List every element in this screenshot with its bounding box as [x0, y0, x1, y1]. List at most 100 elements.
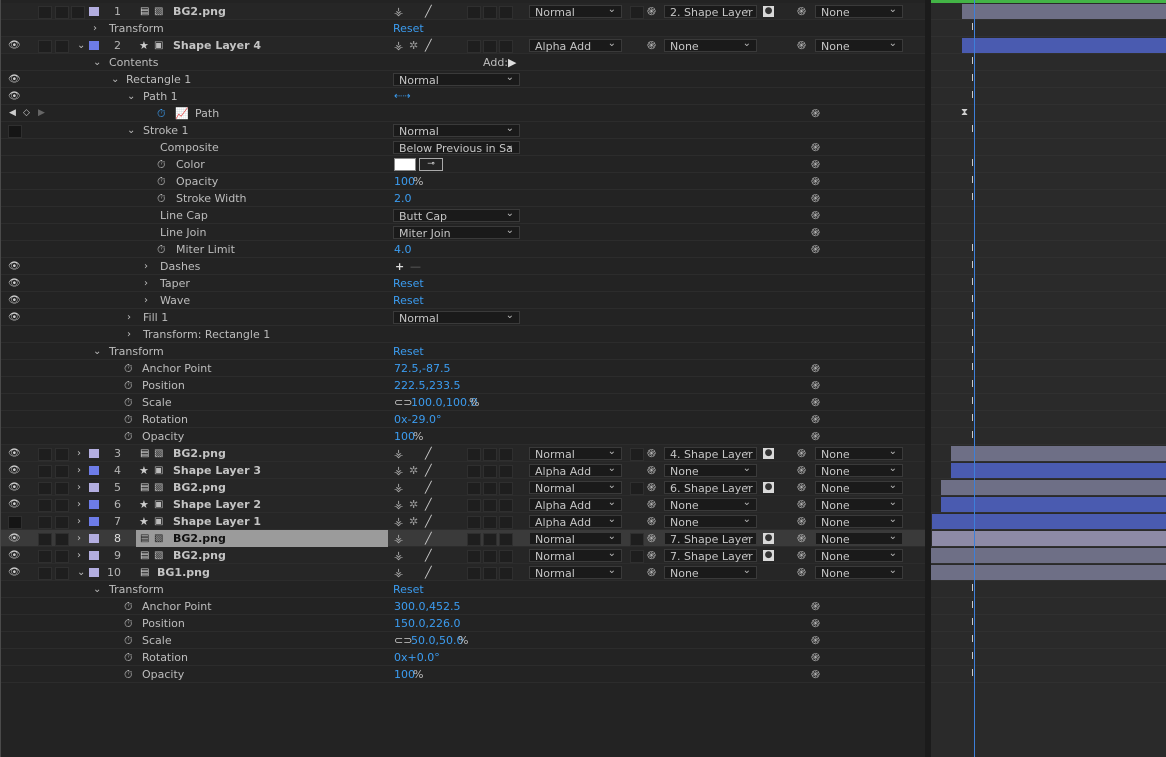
parent-dropdown[interactable]: None [664, 496, 757, 512]
pickwhip-icon[interactable]: ֍ [811, 156, 820, 173]
stopwatch-icon[interactable]: ⏱ [157, 105, 166, 122]
anchor-point-row[interactable]: ⏱ Anchor Point 72.5,-87.5 ֍ [1, 360, 926, 377]
layer-duration-bar-selected[interactable] [932, 531, 1166, 546]
switch-box[interactable] [467, 465, 481, 478]
shy-icon[interactable]: ⚶ [394, 462, 403, 479]
pickwhip-icon[interactable]: ֍ [647, 547, 656, 564]
anchor-point-value[interactable]: 300.0,452.5 [394, 598, 460, 615]
stopwatch-icon[interactable]: ⏱ [124, 377, 133, 394]
shy-icon[interactable]: ⚶ [394, 530, 403, 547]
pickwhip-icon[interactable]: ֍ [797, 3, 806, 20]
twirl-open-icon[interactable]: ⌄ [93, 581, 101, 598]
layer-duration-bar[interactable] [932, 514, 1166, 529]
switch-box[interactable] [483, 516, 497, 529]
color-row[interactable]: ⏱ Color ⊸ ֍ [1, 156, 926, 173]
stopwatch-icon[interactable]: ⏱ [124, 649, 133, 666]
blend-mode-dropdown[interactable]: Alpha Add [529, 37, 622, 53]
visibility-eye-icon[interactable]: 👁 [8, 479, 21, 496]
pickwhip-icon[interactable]: ֍ [647, 479, 656, 496]
blend-mode-dropdown[interactable]: Normal [529, 530, 622, 546]
switch-box[interactable] [483, 499, 497, 512]
pickwhip-icon[interactable]: ֍ [647, 462, 656, 479]
switch-box[interactable] [483, 482, 497, 495]
prev-keyframe-icon[interactable]: ◀ [9, 105, 16, 122]
opacity-value[interactable]: 100 [394, 173, 415, 190]
layer-name[interactable]: BG2.png [173, 445, 226, 462]
twirl-closed-icon[interactable]: › [77, 462, 81, 479]
twirl-closed-icon[interactable]: › [77, 547, 81, 564]
parent-dropdown[interactable]: 2. Shape Layer [664, 3, 757, 19]
layer-duration-bar[interactable] [962, 38, 1166, 53]
scale-value[interactable]: 50.0,50.0 [411, 632, 463, 649]
parent-dropdown[interactable]: None [664, 37, 757, 53]
next-keyframe-icon[interactable]: ▶ [38, 105, 45, 122]
pickwhip-icon[interactable]: ֍ [797, 445, 806, 462]
shy-icon[interactable]: ⚶ [394, 479, 403, 496]
layer-duration-bar[interactable] [951, 463, 1166, 478]
quality-icon[interactable]: ╱ [425, 462, 432, 479]
parent-dropdown[interactable]: 6. Shape Layer [664, 479, 757, 495]
pickwhip-icon[interactable]: ֍ [811, 632, 820, 649]
color-swatch[interactable] [394, 158, 416, 171]
layer-row-1[interactable]: 1 ▤ ▧ BG2.png ⚶ ╱ Normal ֍ 2. Shape Laye… [1, 3, 926, 20]
switch-box[interactable] [499, 465, 513, 478]
layer-row-8[interactable]: 👁 › 8 ▤ ▧ BG2.png ⚶ ╱ Normal ֍ 7. Shape … [1, 530, 926, 547]
pickwhip-icon[interactable]: ֍ [811, 394, 820, 411]
audio-toggle[interactable] [38, 6, 52, 19]
switch-box[interactable] [499, 482, 513, 495]
graph-icon[interactable]: 📈 [175, 105, 189, 122]
layer-row-4[interactable]: 👁 › 4 ★ ▣ Shape Layer 3 ⚶ ✲ ╱ Alpha Add … [1, 462, 926, 479]
stopwatch-icon[interactable]: ⏱ [124, 360, 133, 377]
blend-mode-dropdown[interactable]: Normal [529, 3, 622, 19]
visibility-eye-icon[interactable]: 👁 [8, 547, 21, 564]
audio-toggle[interactable] [38, 499, 52, 512]
quality-icon[interactable]: ╱ [425, 564, 432, 581]
add-dash-icon[interactable]: + [395, 258, 404, 275]
playhead-line[interactable] [974, 0, 975, 757]
quality-icon[interactable]: ╱ [425, 530, 432, 547]
switch-box[interactable] [467, 499, 481, 512]
shy-icon[interactable]: ⚶ [394, 513, 403, 530]
audio-toggle[interactable] [38, 533, 52, 546]
taper-row[interactable]: 👁 › Taper Reset [1, 275, 926, 292]
quality-icon[interactable]: ╱ [425, 3, 432, 20]
matte-icon[interactable]: ● [763, 482, 774, 493]
shy-icon[interactable]: ⚶ [394, 3, 403, 20]
reset-link[interactable]: Reset [393, 343, 424, 360]
shy-icon[interactable]: ⚶ [394, 37, 403, 54]
switch-box[interactable] [483, 448, 497, 461]
quality-icon[interactable]: ╱ [425, 445, 432, 462]
blend-mode-dropdown[interactable]: Normal [529, 547, 622, 563]
blend-mode-dropdown[interactable]: Normal [393, 309, 520, 325]
twirl-closed-icon[interactable]: › [77, 445, 81, 462]
label-color-swatch[interactable] [89, 7, 99, 16]
pickwhip-icon[interactable]: ֍ [647, 37, 656, 54]
solo-toggle[interactable] [55, 6, 69, 19]
switch-box[interactable] [499, 550, 513, 563]
layer-row-2[interactable]: 👁 ⌄ 2 ★ ▣ Shape Layer 4 ⚶ ✲ ╱ Alpha Add … [1, 37, 926, 54]
pickwhip-icon[interactable]: ֍ [811, 105, 820, 122]
visibility-eye-icon[interactable]: 👁 [8, 564, 21, 581]
scale-row[interactable]: ⏱ Scale ⊂⊃ 100.0,100.0 % ֍ [1, 394, 926, 411]
parent-dropdown[interactable]: 7. Shape Layer [664, 547, 757, 563]
line-join-dropdown[interactable]: Miter Join [393, 224, 520, 240]
composite-row[interactable]: Composite Below Previous in Sa ֍ [1, 139, 926, 156]
pickwhip-icon[interactable]: ֍ [797, 547, 806, 564]
add-menu-icon[interactable]: ▶ [508, 54, 516, 71]
position-row[interactable]: ⏱ Position 150.0,226.0 ֍ [1, 615, 926, 632]
transform-group-row[interactable]: › Transform Reset [1, 20, 926, 37]
pickwhip-icon[interactable]: ֍ [811, 224, 820, 241]
rotation-row[interactable]: ⏱ Rotation 0x-29.0° ֍ [1, 411, 926, 428]
pickwhip-icon[interactable]: ֍ [647, 445, 656, 462]
preserve-transparency-toggle[interactable] [630, 482, 644, 495]
solo-toggle[interactable] [55, 482, 69, 495]
label-color-swatch[interactable] [89, 534, 99, 543]
pickwhip-icon[interactable]: ֍ [811, 360, 820, 377]
collapse-icon[interactable]: ✲ [409, 513, 418, 530]
path-group-row[interactable]: 👁 ⌄ Path 1 ⇠⇢ [1, 88, 926, 105]
remove-dash-icon[interactable]: — [410, 258, 421, 275]
switch-box[interactable] [499, 448, 513, 461]
layer-duration-bar[interactable] [931, 548, 1166, 563]
contents-row[interactable]: ⌄ Contents Add: ▶ [1, 54, 926, 71]
stopwatch-icon[interactable]: ⏱ [124, 411, 133, 428]
